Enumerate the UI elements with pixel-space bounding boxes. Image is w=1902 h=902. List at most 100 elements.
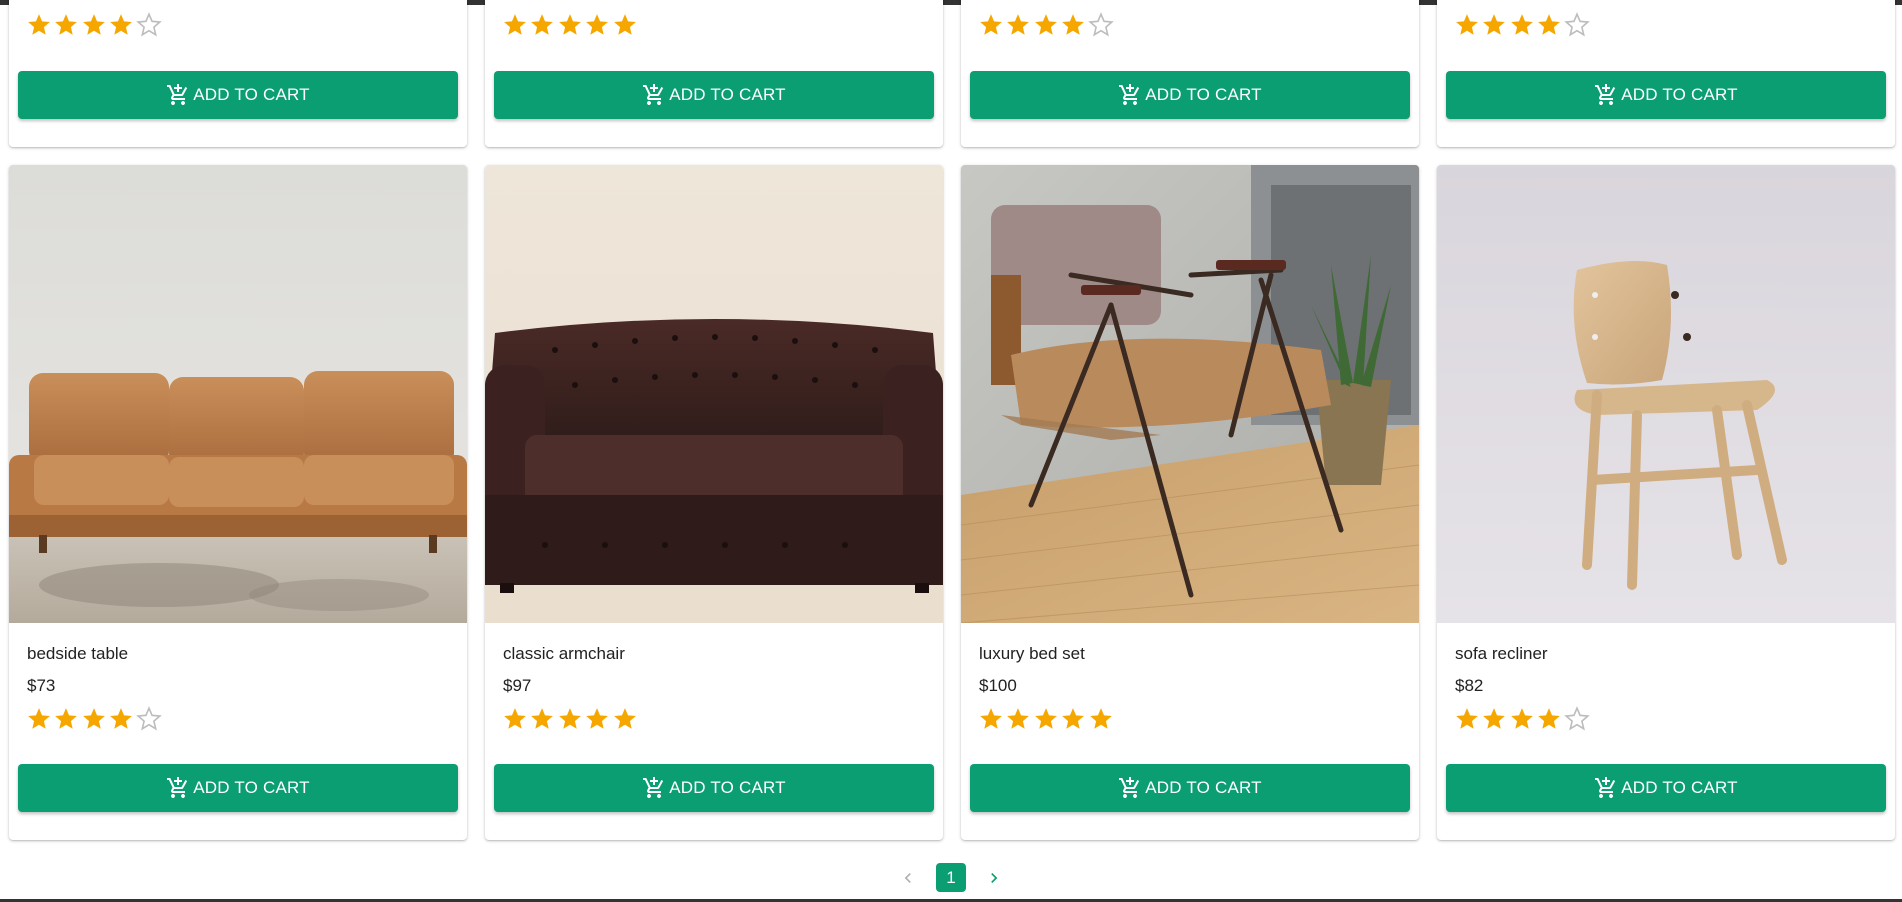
product-card: ADD TO CART xyxy=(961,0,1419,147)
star-filled-icon xyxy=(25,706,53,732)
star-filled-icon xyxy=(1481,706,1509,732)
add-shopping-cart-icon xyxy=(1118,776,1142,800)
star-filled-icon xyxy=(501,706,529,732)
add-to-cart-button[interactable]: ADD TO CART xyxy=(970,71,1410,119)
star-filled-icon xyxy=(1508,12,1536,38)
star-filled-icon xyxy=(1536,706,1564,732)
wooden-chair-photo xyxy=(1437,165,1895,623)
product-card: luxury bed set $100 ADD TO CART xyxy=(961,165,1419,840)
product-card: ADD TO CART xyxy=(485,0,943,147)
product-image[interactable] xyxy=(1437,165,1895,623)
rating-stars xyxy=(25,706,163,732)
product-image[interactable] xyxy=(485,165,943,623)
product-name[interactable]: luxury bed set xyxy=(979,644,1085,664)
star-filled-icon xyxy=(1481,12,1509,38)
star-filled-icon xyxy=(529,706,557,732)
add-to-cart-button[interactable]: ADD TO CART xyxy=(494,71,934,119)
rating-stars xyxy=(1453,706,1591,732)
star-filled-icon xyxy=(556,706,584,732)
rating-stars xyxy=(977,12,1115,38)
product-image[interactable] xyxy=(961,165,1419,623)
add-to-cart-button[interactable]: ADD TO CART xyxy=(970,764,1410,812)
product-card: classic armchair $97 ADD TO CART xyxy=(485,165,943,840)
product-card: ADD TO CART xyxy=(1437,0,1895,147)
chesterfield-sofa-photo xyxy=(485,165,943,623)
rating-stars xyxy=(1453,12,1591,38)
add-to-cart-label: ADD TO CART xyxy=(1621,778,1738,797)
rating-stars xyxy=(977,706,1115,732)
star-filled-icon xyxy=(80,12,108,38)
product-name[interactable]: bedside table xyxy=(27,644,128,664)
add-shopping-cart-icon xyxy=(642,83,666,107)
add-to-cart-label: ADD TO CART xyxy=(669,85,786,104)
add-shopping-cart-icon xyxy=(166,83,190,107)
star-filled-icon xyxy=(108,12,136,38)
star-empty-icon xyxy=(135,706,163,732)
star-filled-icon xyxy=(53,12,81,38)
star-filled-icon xyxy=(529,12,557,38)
rating-stars xyxy=(501,706,639,732)
add-to-cart-button[interactable]: ADD TO CART xyxy=(18,764,458,812)
add-to-cart-label: ADD TO CART xyxy=(1145,778,1262,797)
product-card: ADD TO CART xyxy=(9,0,467,147)
add-to-cart-button[interactable]: ADD TO CART xyxy=(1446,71,1886,119)
product-price: $73 xyxy=(27,676,56,695)
star-filled-icon xyxy=(108,706,136,732)
star-filled-icon xyxy=(1032,706,1060,732)
star-filled-icon xyxy=(977,706,1005,732)
product-name[interactable]: sofa recliner xyxy=(1455,644,1548,664)
product-price: $100 xyxy=(979,676,1017,695)
product-card: sofa recliner $82 ADD TO CART xyxy=(1437,165,1895,840)
rating-stars xyxy=(501,12,639,38)
previous-page-button[interactable] xyxy=(896,866,920,890)
star-filled-icon xyxy=(584,12,612,38)
add-to-cart-label: ADD TO CART xyxy=(1145,85,1262,104)
add-to-cart-label: ADD TO CART xyxy=(193,85,310,104)
star-filled-icon xyxy=(1536,12,1564,38)
chevron-right-icon xyxy=(991,872,998,883)
add-shopping-cart-icon xyxy=(642,776,666,800)
star-filled-icon xyxy=(1508,706,1536,732)
star-filled-icon xyxy=(1060,706,1088,732)
lounge-chair-with-plant-photo xyxy=(961,165,1419,623)
star-filled-icon xyxy=(611,706,639,732)
product-image[interactable] xyxy=(9,165,467,623)
star-filled-icon xyxy=(556,12,584,38)
add-to-cart-button[interactable]: ADD TO CART xyxy=(18,71,458,119)
star-empty-icon xyxy=(1563,12,1591,38)
next-page-button[interactable] xyxy=(982,866,1006,890)
star-empty-icon xyxy=(135,12,163,38)
rating-stars xyxy=(25,12,163,38)
star-empty-icon xyxy=(1563,706,1591,732)
product-price: $82 xyxy=(1455,676,1484,695)
star-empty-icon xyxy=(1087,12,1115,38)
star-filled-icon xyxy=(1005,706,1033,732)
add-to-cart-button[interactable]: ADD TO CART xyxy=(494,764,934,812)
star-filled-icon xyxy=(1453,12,1481,38)
tan-leather-sofa-photo xyxy=(9,165,467,623)
star-filled-icon xyxy=(1453,706,1481,732)
add-shopping-cart-icon xyxy=(1594,83,1618,107)
add-to-cart-label: ADD TO CART xyxy=(193,778,310,797)
star-filled-icon xyxy=(80,706,108,732)
add-shopping-cart-icon xyxy=(166,776,190,800)
pagination: 1 xyxy=(0,863,1902,892)
add-shopping-cart-icon xyxy=(1118,83,1142,107)
star-filled-icon xyxy=(1005,12,1033,38)
product-card: bedside table $73 ADD TO CART xyxy=(9,165,467,840)
add-to-cart-label: ADD TO CART xyxy=(669,778,786,797)
star-filled-icon xyxy=(611,12,639,38)
star-filled-icon xyxy=(25,12,53,38)
product-name[interactable]: classic armchair xyxy=(503,644,625,664)
star-filled-icon xyxy=(1060,12,1088,38)
add-to-cart-button[interactable]: ADD TO CART xyxy=(1446,764,1886,812)
star-filled-icon xyxy=(584,706,612,732)
chevron-left-icon xyxy=(904,872,911,883)
page-number-button[interactable]: 1 xyxy=(936,863,966,892)
product-price: $97 xyxy=(503,676,532,695)
star-filled-icon xyxy=(501,12,529,38)
star-filled-icon xyxy=(977,12,1005,38)
star-filled-icon xyxy=(1087,706,1115,732)
add-to-cart-label: ADD TO CART xyxy=(1621,85,1738,104)
add-shopping-cart-icon xyxy=(1594,776,1618,800)
